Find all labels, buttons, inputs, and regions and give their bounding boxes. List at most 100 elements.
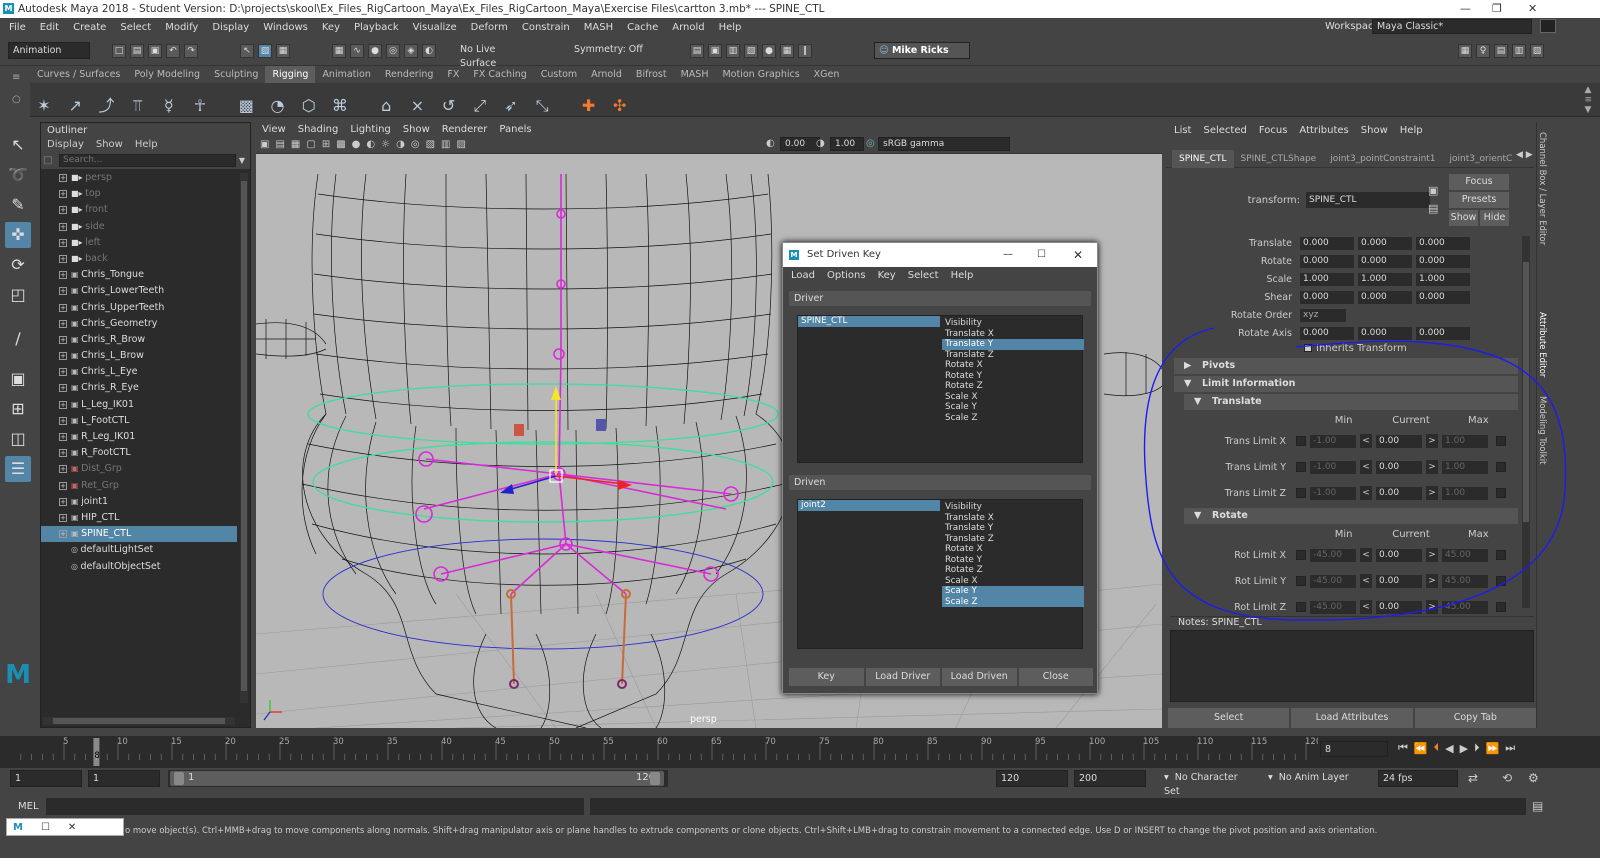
range-start-grip[interactable]: [174, 772, 184, 785]
menu-create[interactable]: Create: [66, 22, 113, 33]
step-forward-key-icon[interactable]: ⏵: [1474, 741, 1480, 755]
open-scene-icon[interactable]: ▤: [130, 44, 144, 58]
filter-icon[interactable]: □: [43, 155, 59, 166]
symmetry-dropdown[interactable]: Symmetry: Off: [570, 42, 650, 59]
outliner-item[interactable]: + ▣ Chris_L_Brow: [41, 348, 237, 364]
xray-icon[interactable]: ◎: [411, 139, 420, 150]
motion-blur-icon[interactable]: ▥: [441, 139, 450, 150]
menu-key[interactable]: Key: [315, 22, 347, 33]
sdk-menu-load[interactable]: Load: [785, 270, 821, 281]
outliner-item[interactable]: + ▣ R_FootCTL: [41, 445, 237, 461]
scale-y-field[interactable]: 1.000: [1358, 272, 1412, 286]
shelf-tab-fx-caching[interactable]: FX Caching: [466, 66, 533, 83]
focus-button[interactable]: Focus: [1449, 174, 1509, 190]
menu-visualize[interactable]: Visualize: [406, 22, 464, 33]
shelf-tab-mash[interactable]: MASH: [674, 66, 716, 83]
driver-attr-translate-y[interactable]: Translate Y: [942, 339, 1084, 350]
outliner-menu-help[interactable]: Help: [129, 139, 164, 150]
rotate-y-field[interactable]: 0.000: [1358, 254, 1412, 268]
anim-prefs-icon[interactable]: ⚙: [1528, 771, 1539, 785]
lights-icon[interactable]: ☼: [381, 139, 390, 150]
ae-tab-joint3-pointconstraint1[interactable]: joint3_pointConstraint1: [1323, 154, 1442, 164]
shelf-tab-sculpting[interactable]: Sculpting: [207, 66, 265, 83]
load-attributes-button[interactable]: Load Attributes: [1291, 708, 1413, 728]
sdk-menu-options[interactable]: Options: [821, 270, 872, 281]
expand-icon[interactable]: +: [59, 449, 67, 458]
antialias-icon[interactable]: ▨: [456, 139, 465, 150]
workspace-dropdown[interactable]: Maya Classic*: [1372, 19, 1532, 34]
side-tab-channel-box[interactable]: Channel Box / Layer Editor: [1537, 122, 1547, 312]
undo-icon[interactable]: ↶: [166, 44, 180, 58]
copy-tab-button[interactable]: Copy Tab: [1414, 708, 1536, 728]
outliner-item[interactable]: + ▣ L_FootCTL: [41, 413, 237, 429]
sdk-load-driven-button[interactable]: Load Driven: [942, 668, 1017, 686]
film-gate-icon[interactable]: ▢: [306, 139, 315, 150]
play-back-icon[interactable]: ◀: [1445, 742, 1453, 755]
playback-end-field[interactable]: 120: [996, 770, 1068, 787]
camera-bookmark-icon[interactable]: ▤: [275, 139, 284, 150]
menu-constrain[interactable]: Constrain: [515, 22, 577, 33]
expand-icon[interactable]: +: [59, 433, 67, 441]
lock-icon[interactable]: [1540, 19, 1556, 33]
scale-tool-icon[interactable]: ◰: [5, 282, 31, 308]
play-forward-icon[interactable]: ▶: [1460, 742, 1468, 755]
user-account-dropdown[interactable]: ☺ Mike Ricks: [874, 42, 970, 59]
outliner-item[interactable]: + ■▸ left: [41, 235, 237, 251]
exposure-field[interactable]: 0.00: [780, 137, 820, 151]
save-scene-icon[interactable]: ▣: [148, 44, 162, 58]
color-space-dropdown[interactable]: sRGB gamma: [878, 137, 1010, 151]
range-end-grip[interactable]: [650, 772, 660, 785]
end-frame-field[interactable]: 200: [1074, 770, 1146, 787]
driver-attr-scale-y[interactable]: Scale Y: [942, 402, 1084, 413]
driver-attr-scale-x[interactable]: Scale X: [942, 392, 1084, 403]
driven-object[interactable]: joint2: [798, 500, 940, 511]
outliner-item[interactable]: + ▣ L_Leg_IK01: [41, 397, 237, 413]
transform-name-field[interactable]: SPINE_CTL: [1306, 192, 1430, 208]
expand-icon[interactable]: +: [59, 222, 67, 231]
driver-attr-rotate-y[interactable]: Rotate Y: [942, 371, 1084, 382]
move-tool-icon[interactable]: ✜: [5, 222, 31, 248]
translate-y-field[interactable]: 0.000: [1358, 236, 1412, 250]
persp-outliner-icon[interactable]: ◫: [5, 426, 31, 452]
expand-icon[interactable]: +: [59, 303, 67, 312]
time-slider[interactable]: 5 10 15 20 25 30 35 40 45 50 55 60 65 70 75 80 85 90 95 100…: [0, 736, 1600, 768]
smooth-shade-icon[interactable]: ●: [352, 139, 361, 150]
shelf-scroll-icon[interactable]: ▲ ≡ ▼: [1584, 85, 1592, 115]
driven-attr-translate-z[interactable]: Translate Z: [942, 534, 1084, 545]
bind-skin-icon[interactable]: ▩: [235, 95, 257, 117]
outliner-scrollbar[interactable]: [240, 173, 248, 703]
current-frame-field[interactable]: 8: [1320, 741, 1388, 757]
character-set-dropdown[interactable]: ▾ No Character Set: [1160, 770, 1260, 797]
lattice-icon[interactable]: ⬡: [298, 95, 320, 117]
outliner-menu-show[interactable]: Show: [90, 139, 129, 150]
mini-restore-icon[interactable]: ☐: [41, 822, 50, 833]
grid-toggle-icon[interactable]: ⊞: [322, 139, 330, 150]
expand-icon[interactable]: +: [59, 368, 67, 377]
driver-attr-translate-x[interactable]: Translate X: [942, 329, 1084, 340]
point-constraint-icon[interactable]: ⨯: [406, 95, 428, 117]
snap-view-icon[interactable]: ◎: [386, 44, 400, 58]
driven-object-list[interactable]: joint2: [798, 500, 940, 511]
driven-attr-translate-y[interactable]: Translate Y: [942, 523, 1084, 534]
outliner-item[interactable]: + ▣ Ret_Grp: [41, 478, 237, 494]
presets-button[interactable]: Presets: [1449, 192, 1509, 208]
command-input[interactable]: [46, 798, 584, 815]
ae-menu-list[interactable]: List: [1168, 125, 1197, 136]
shadows-icon[interactable]: ◑: [396, 139, 405, 150]
outliner-item[interactable]: ◎ defaultObjectSet: [41, 559, 237, 575]
step-back-key-icon[interactable]: ⏴: [1434, 741, 1440, 755]
shelf-tab-bifrost[interactable]: Bifrost: [629, 66, 674, 83]
tab-scroll-icon[interactable]: ◀ ▶: [1516, 150, 1533, 160]
start-frame-field[interactable]: 1: [10, 770, 82, 787]
step-back-icon[interactable]: ⏪: [1414, 742, 1428, 755]
expand-icon[interactable]: +: [59, 416, 67, 425]
shear-z-field[interactable]: 0.000: [1416, 290, 1470, 304]
translate-x-field[interactable]: 0.000: [1300, 236, 1354, 250]
redo-icon[interactable]: ↷: [184, 44, 198, 58]
outliner-item[interactable]: + ■▸ persp: [41, 170, 237, 186]
ik-handle-icon[interactable]: ↗: [64, 95, 86, 117]
four-view-icon[interactable]: ⊞: [5, 396, 31, 422]
snap-grid-icon[interactable]: ▦: [332, 44, 346, 58]
driver-attr-list[interactable]: Visibility Translate X Translate Y Translat…: [942, 318, 1084, 423]
scale-z-field[interactable]: 1.000: [1416, 272, 1470, 286]
